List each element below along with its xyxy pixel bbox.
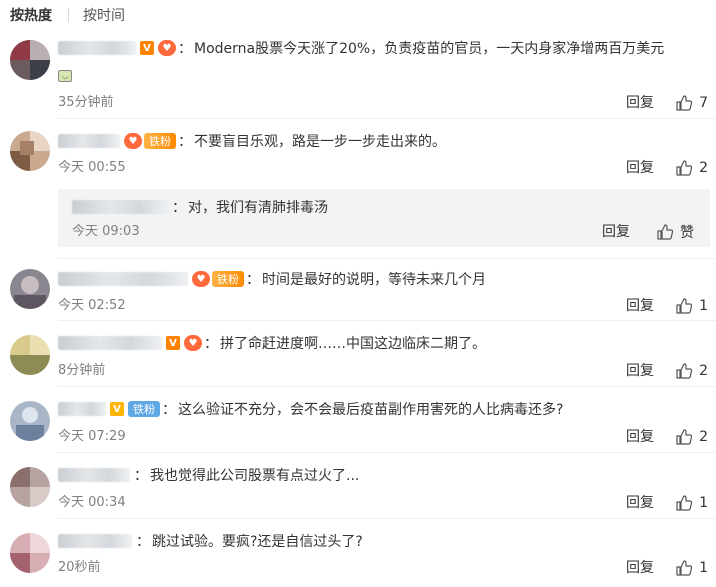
like-count: 2 xyxy=(699,160,708,176)
comment-line: V 铁粉 ： 这么验证不充分，会不会最后疫苗副作用害死的人比病毒还多? xyxy=(58,399,563,419)
comment-time: 20秒前 xyxy=(58,560,101,575)
username-blurred[interactable] xyxy=(58,272,188,286)
like-button[interactable]: 1 xyxy=(675,297,708,315)
like-count: 7 xyxy=(699,95,708,111)
like-label: 赞 xyxy=(680,225,694,241)
reply-button[interactable]: 回复 xyxy=(626,94,654,112)
vip-v-icon: V xyxy=(166,336,180,350)
thumbs-up-icon xyxy=(657,224,674,240)
vip-v-icon: V xyxy=(110,402,124,416)
comment-text: 我也觉得此公司股票有点过火了... xyxy=(150,468,360,484)
heart-fan-icon: ♥ xyxy=(192,271,210,287)
like-button[interactable]: 2 xyxy=(675,362,708,380)
tiefen-badge: 铁粉 xyxy=(128,401,160,417)
nested-reply: ： 对，我们有清肺排毒汤 今天 09:03 回复 赞 xyxy=(58,189,710,247)
comment-item: ： 跳过试验。要疯?还是自信过头了? 20秒前 回复 1 xyxy=(0,519,716,587)
thumbs-up-icon xyxy=(676,363,693,379)
like-count: 1 xyxy=(699,560,708,576)
reply-button[interactable]: 回复 xyxy=(626,559,654,577)
reply-button[interactable]: 回复 xyxy=(626,297,654,315)
username-blurred[interactable] xyxy=(72,200,168,214)
comment-time: 今天 02:52 xyxy=(58,298,126,313)
comment-text: 拼了命赶进度啊……中国这边临床二期了。 xyxy=(220,336,486,352)
like-button[interactable]: 7 xyxy=(675,94,708,112)
username-blurred[interactable] xyxy=(58,402,106,416)
like-count: 1 xyxy=(699,298,708,314)
username-blurred[interactable] xyxy=(58,134,120,148)
sort-by-hot-tab[interactable]: 按热度 xyxy=(10,5,52,25)
thumbs-up-icon xyxy=(676,429,693,445)
comment-line: ： 跳过试验。要疯?还是自信过头了? xyxy=(58,531,363,551)
thumbs-up-icon xyxy=(676,95,693,111)
username-blurred[interactable] xyxy=(58,336,162,350)
sort-by-time-tab[interactable]: 按时间 xyxy=(83,5,125,25)
comment-line: ♥ 铁粉 ： 时间是最好的说明，等待未来几个月 xyxy=(58,269,486,289)
like-button[interactable]: 1 xyxy=(675,494,708,512)
username-blurred[interactable] xyxy=(58,41,136,55)
comment-item: ♥ 铁粉 ： 不要盲目乐观，路是一步一步走出来的。 今天 00:55 回复 2 … xyxy=(0,119,716,259)
comment-time: 8分钟前 xyxy=(58,363,106,378)
avatar[interactable] xyxy=(10,269,50,309)
comment-time: 今天 00:55 xyxy=(58,160,126,175)
reply-button[interactable]: 回复 xyxy=(626,362,654,380)
thumbs-up-icon xyxy=(676,495,693,511)
username-blurred[interactable] xyxy=(58,468,130,482)
reply-button[interactable]: 回复 xyxy=(626,428,654,446)
reply-line: ： 对，我们有清肺排毒汤 xyxy=(72,197,328,217)
thumbs-up-icon xyxy=(676,160,693,176)
comment-text: 不要盲目乐观，路是一步一步走出来的。 xyxy=(194,134,446,150)
like-count: 2 xyxy=(699,363,708,379)
tiefen-badge: 铁粉 xyxy=(144,133,176,149)
comment-text: 这么验证不充分，会不会最后疫苗副作用害死的人比病毒还多? xyxy=(178,402,564,418)
like-button[interactable]: 2 xyxy=(675,428,708,446)
sort-bar: 按热度 按时间 xyxy=(0,0,716,30)
comment-line: ： 我也觉得此公司股票有点过火了... xyxy=(58,465,359,485)
reply-button[interactable]: 回复 xyxy=(626,494,654,512)
heart-fan-icon: ♥ xyxy=(184,335,202,351)
comment-text: 时间是最好的说明，等待未来几个月 xyxy=(262,272,486,288)
comment-item: ♥ 铁粉 ： 时间是最好的说明，等待未来几个月 今天 02:52 回复 1 xyxy=(0,259,716,321)
comment-line: V ♥ ： 拼了命赶进度啊……中国这边临床二期了。 xyxy=(58,333,486,353)
emoji-line: ◡ xyxy=(58,66,72,86)
username-blurred[interactable] xyxy=(58,534,132,548)
reply-button[interactable]: 回复 xyxy=(626,159,654,177)
like-count: 2 xyxy=(699,429,708,445)
avatar[interactable] xyxy=(10,533,50,573)
comment-time: 35分钟前 xyxy=(58,95,114,110)
comment-line: ♥ 铁粉 ： 不要盲目乐观，路是一步一步走出来的。 xyxy=(58,131,446,151)
like-button[interactable]: 赞 xyxy=(656,223,694,241)
avatar[interactable] xyxy=(10,401,50,441)
like-count: 1 xyxy=(699,495,708,511)
comment-item: V 铁粉 ： 这么验证不充分，会不会最后疫苗副作用害死的人比病毒还多? 今天 0… xyxy=(0,387,716,453)
comment-text: 跳过试验。要疯?还是自信过头了? xyxy=(152,534,363,550)
avatar[interactable] xyxy=(10,467,50,507)
reply-text: 对，我们有清肺排毒汤 xyxy=(188,200,328,216)
reply-button[interactable]: 回复 xyxy=(602,223,630,241)
tiefen-badge: 铁粉 xyxy=(212,271,244,287)
thumbs-up-icon xyxy=(676,560,693,576)
reply-time: 今天 09:03 xyxy=(72,224,140,239)
comment-item: V ♥ ： Moderna股票今天涨了20%，负责疫苗的官员，一天内身家净增两百… xyxy=(0,30,716,119)
doge-emoji: ◡ xyxy=(58,70,72,82)
comment-line: V ♥ ： Moderna股票今天涨了20%，负责疫苗的官员，一天内身家净增两百… xyxy=(58,38,664,58)
avatar[interactable] xyxy=(10,131,50,171)
comment-text: Moderna股票今天涨了20%，负责疫苗的官员，一天内身家净增两百万美元 xyxy=(194,41,665,57)
sort-divider xyxy=(68,8,69,22)
heart-fan-icon: ♥ xyxy=(124,133,142,149)
comment-item: ： 我也觉得此公司股票有点过火了... 今天 00:34 回复 1 xyxy=(0,453,716,519)
comment-item: V ♥ ： 拼了命赶进度啊……中国这边临床二期了。 8分钟前 回复 2 xyxy=(0,321,716,387)
avatar[interactable] xyxy=(10,335,50,375)
comment-time: 今天 07:29 xyxy=(58,429,126,444)
like-button[interactable]: 1 xyxy=(675,559,708,577)
like-button[interactable]: 2 xyxy=(675,159,708,177)
thumbs-up-icon xyxy=(676,298,693,314)
heart-fan-icon: ♥ xyxy=(158,40,176,56)
vip-v-icon: V xyxy=(140,41,154,55)
avatar[interactable] xyxy=(10,40,50,80)
comment-time: 今天 00:34 xyxy=(58,495,126,510)
